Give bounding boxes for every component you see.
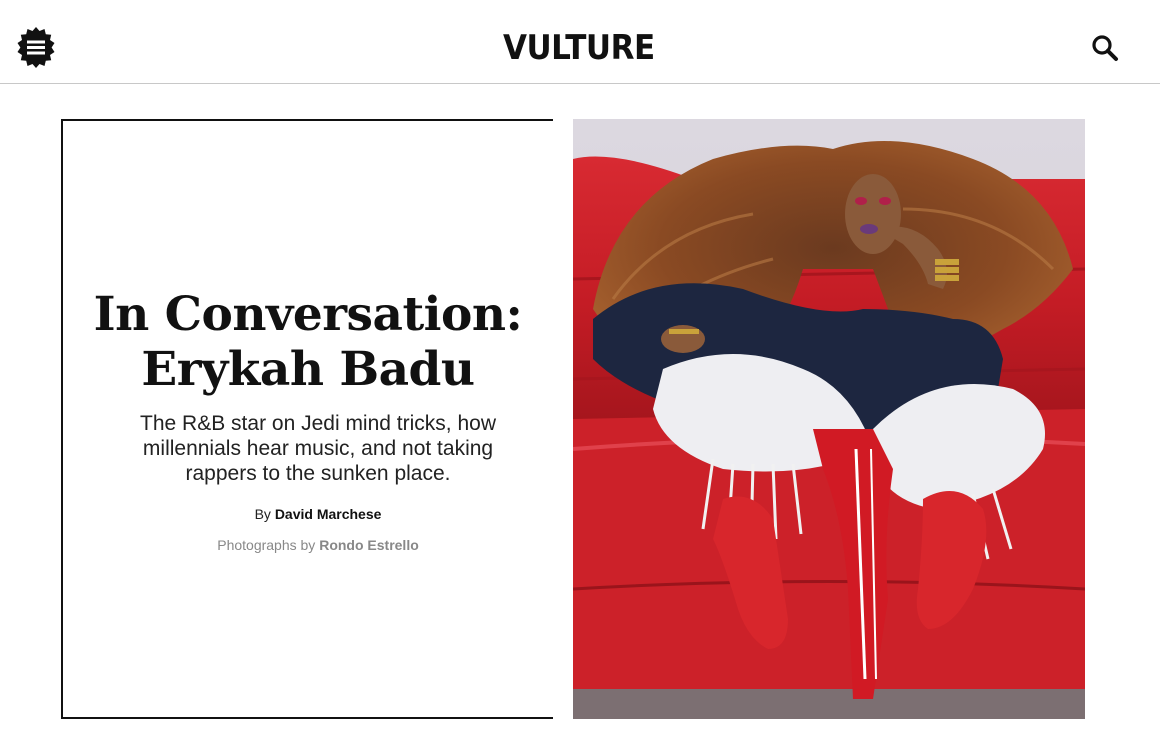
search-icon[interactable] bbox=[1090, 33, 1120, 63]
headline-line-1: In Conversation: bbox=[93, 287, 523, 342]
byline: By David Marchese bbox=[63, 506, 573, 522]
menu-icon[interactable] bbox=[14, 26, 58, 70]
credit-prefix: Photographs by bbox=[217, 537, 316, 553]
photo-credit: Photographs by Rondo Estrello bbox=[63, 537, 573, 553]
article-headline[interactable]: In Conversation: Erykah Badu bbox=[63, 287, 553, 397]
article-title-card: In Conversation: Erykah Badu The R&B sta… bbox=[61, 119, 553, 719]
site-header: VULTURE bbox=[0, 0, 1160, 84]
headline-line-2: Erykah Badu bbox=[141, 342, 475, 397]
article-dek: The R&B star on Jedi mind tricks, how mi… bbox=[140, 412, 496, 485]
hero-photo bbox=[573, 119, 1085, 719]
logo-text: VULTURE bbox=[503, 28, 655, 68]
portrait-illustration bbox=[573, 119, 1085, 719]
byline-prefix: By bbox=[254, 506, 271, 522]
photographer-link[interactable]: Rondo Estrello bbox=[319, 537, 419, 553]
author-link[interactable]: David Marchese bbox=[275, 506, 382, 522]
site-logo[interactable]: VULTURE bbox=[503, 28, 655, 68]
